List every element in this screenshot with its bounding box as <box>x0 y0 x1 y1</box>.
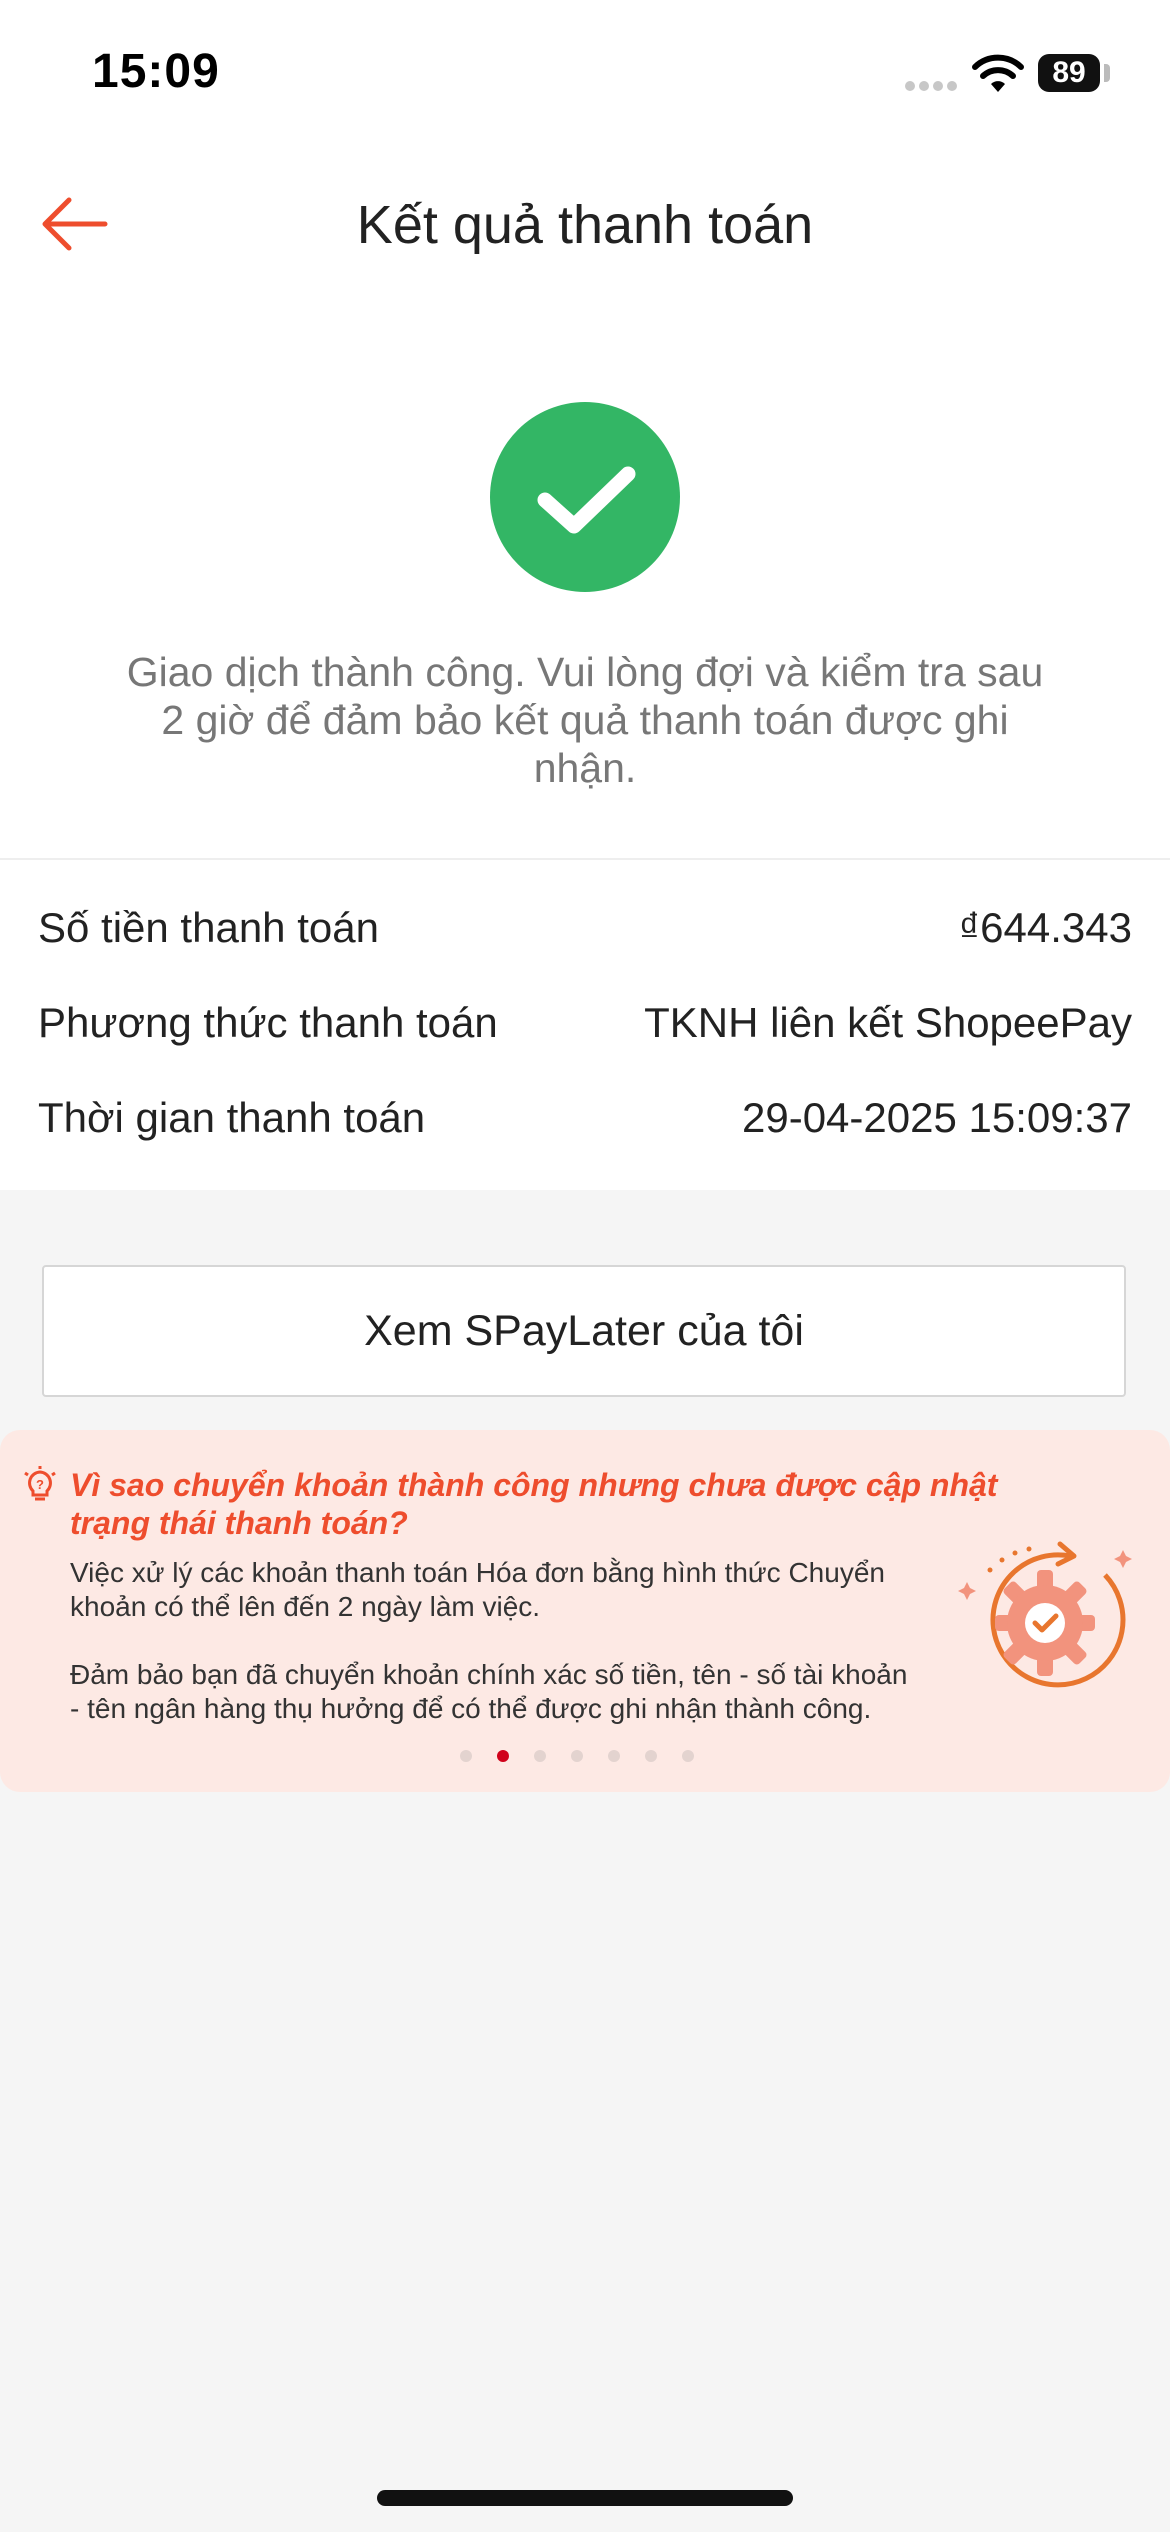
detail-label: Thời gian thanh toán <box>38 1094 426 1141</box>
banner-paragraph: Đảm bảo bạn đã chuyển khoản chính xác số… <box>70 1659 908 1724</box>
wifi-icon <box>972 54 1024 92</box>
carousel-dot[interactable] <box>534 1750 546 1762</box>
status-bar: 15:09 89 <box>0 0 1170 140</box>
detail-row-method: Phương thức thanh toán TKNH liên kết Sho… <box>38 993 1132 1053</box>
status-time: 15:09 <box>92 45 220 98</box>
carousel-dot[interactable] <box>608 1750 620 1762</box>
header: Kết quả thanh toán <box>0 140 1170 310</box>
payment-details: Số tiền thanh toán ₫644.343 Phương thức … <box>0 860 1170 1190</box>
battery-tip <box>1104 64 1110 82</box>
back-button[interactable] <box>24 184 124 264</box>
detail-value: ₫644.343 <box>958 904 1132 951</box>
detail-label: Số tiền thanh toán <box>38 904 379 951</box>
banner-body: Việc xử lý các khoản thanh toán Hóa đơn … <box>70 1556 920 1760</box>
result-panel: Giao dịch thành công. Vui lòng đợi và ki… <box>0 310 1170 860</box>
detail-label: Phương thức thanh toán <box>38 999 498 1046</box>
detail-row-time: Thời gian thanh toán 29-04-2025 15:09:37 <box>38 1088 1132 1148</box>
carousel-dot[interactable] <box>460 1750 472 1762</box>
detail-value: 29-04-2025 15:09:37 <box>742 1094 1132 1141</box>
result-message: Giao dịch thành công. Vui lòng đợi và ki… <box>126 649 1044 791</box>
check-circle-icon <box>490 402 680 592</box>
home-indicator[interactable] <box>377 2490 793 2506</box>
carousel-dot-active[interactable] <box>497 1750 509 1762</box>
carousel-dot[interactable] <box>571 1750 583 1762</box>
detail-value: TKNH liên kết ShopeePay <box>644 999 1132 1046</box>
carousel-dot[interactable] <box>645 1750 657 1762</box>
detail-row-amount: Số tiền thanh toán ₫644.343 <box>38 898 1132 958</box>
info-banner[interactable]: ? Vì sao chuyển khoản thành công nhưng c… <box>0 1430 1170 1792</box>
carousel-dots <box>460 1746 694 1766</box>
view-spaylater-button[interactable]: Xem SPayLater của tôi <box>42 1265 1126 1397</box>
banner-title: Vì sao chuyển khoản thành công nhưng chư… <box>70 1467 998 1541</box>
banner-paragraph: Việc xử lý các khoản thanh toán Hóa đơn … <box>70 1557 885 1622</box>
gear-check-icon <box>958 1541 1132 1688</box>
cellular-signal-icon <box>905 81 957 91</box>
battery-indicator: 89 <box>1038 54 1100 92</box>
carousel-dot[interactable] <box>682 1750 694 1762</box>
svg-text:?: ? <box>36 1477 44 1492</box>
page-title: Kết quả thanh toán <box>356 195 814 255</box>
battery-level: 89 <box>1052 56 1086 89</box>
lightbulb-icon: ? <box>24 1466 56 1501</box>
arrow-left-icon <box>42 197 108 251</box>
